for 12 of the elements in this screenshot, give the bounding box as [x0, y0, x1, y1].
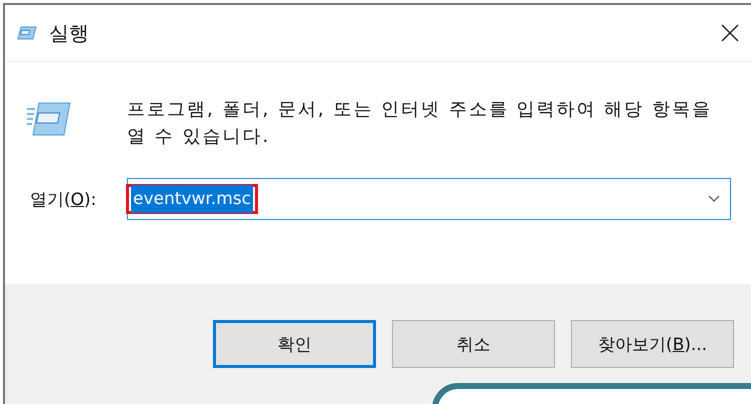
open-label: 열기(O): — [30, 188, 98, 210]
instruction-text: 프로그램, 폴더, 문서, 또는 인터넷 주소를 입력하여 해당 항목을 열 수 있습니다. — [127, 98, 713, 149]
run-icon — [17, 25, 37, 41]
caret-icon[interactable] — [708, 195, 720, 203]
run-icon — [27, 102, 71, 136]
dialog-button[interactable]: 취소 — [392, 320, 555, 368]
open-combobox[interactable]: eventvwr.msc — [127, 178, 731, 220]
window-title: 실행 — [49, 20, 89, 46]
dialog-button[interactable]: 찾아보기(B)... — [571, 320, 734, 368]
command-value: eventvwr.msc — [131, 185, 253, 213]
dialog-button[interactable]: 확인 — [213, 320, 376, 368]
close-icon[interactable] — [721, 24, 739, 42]
